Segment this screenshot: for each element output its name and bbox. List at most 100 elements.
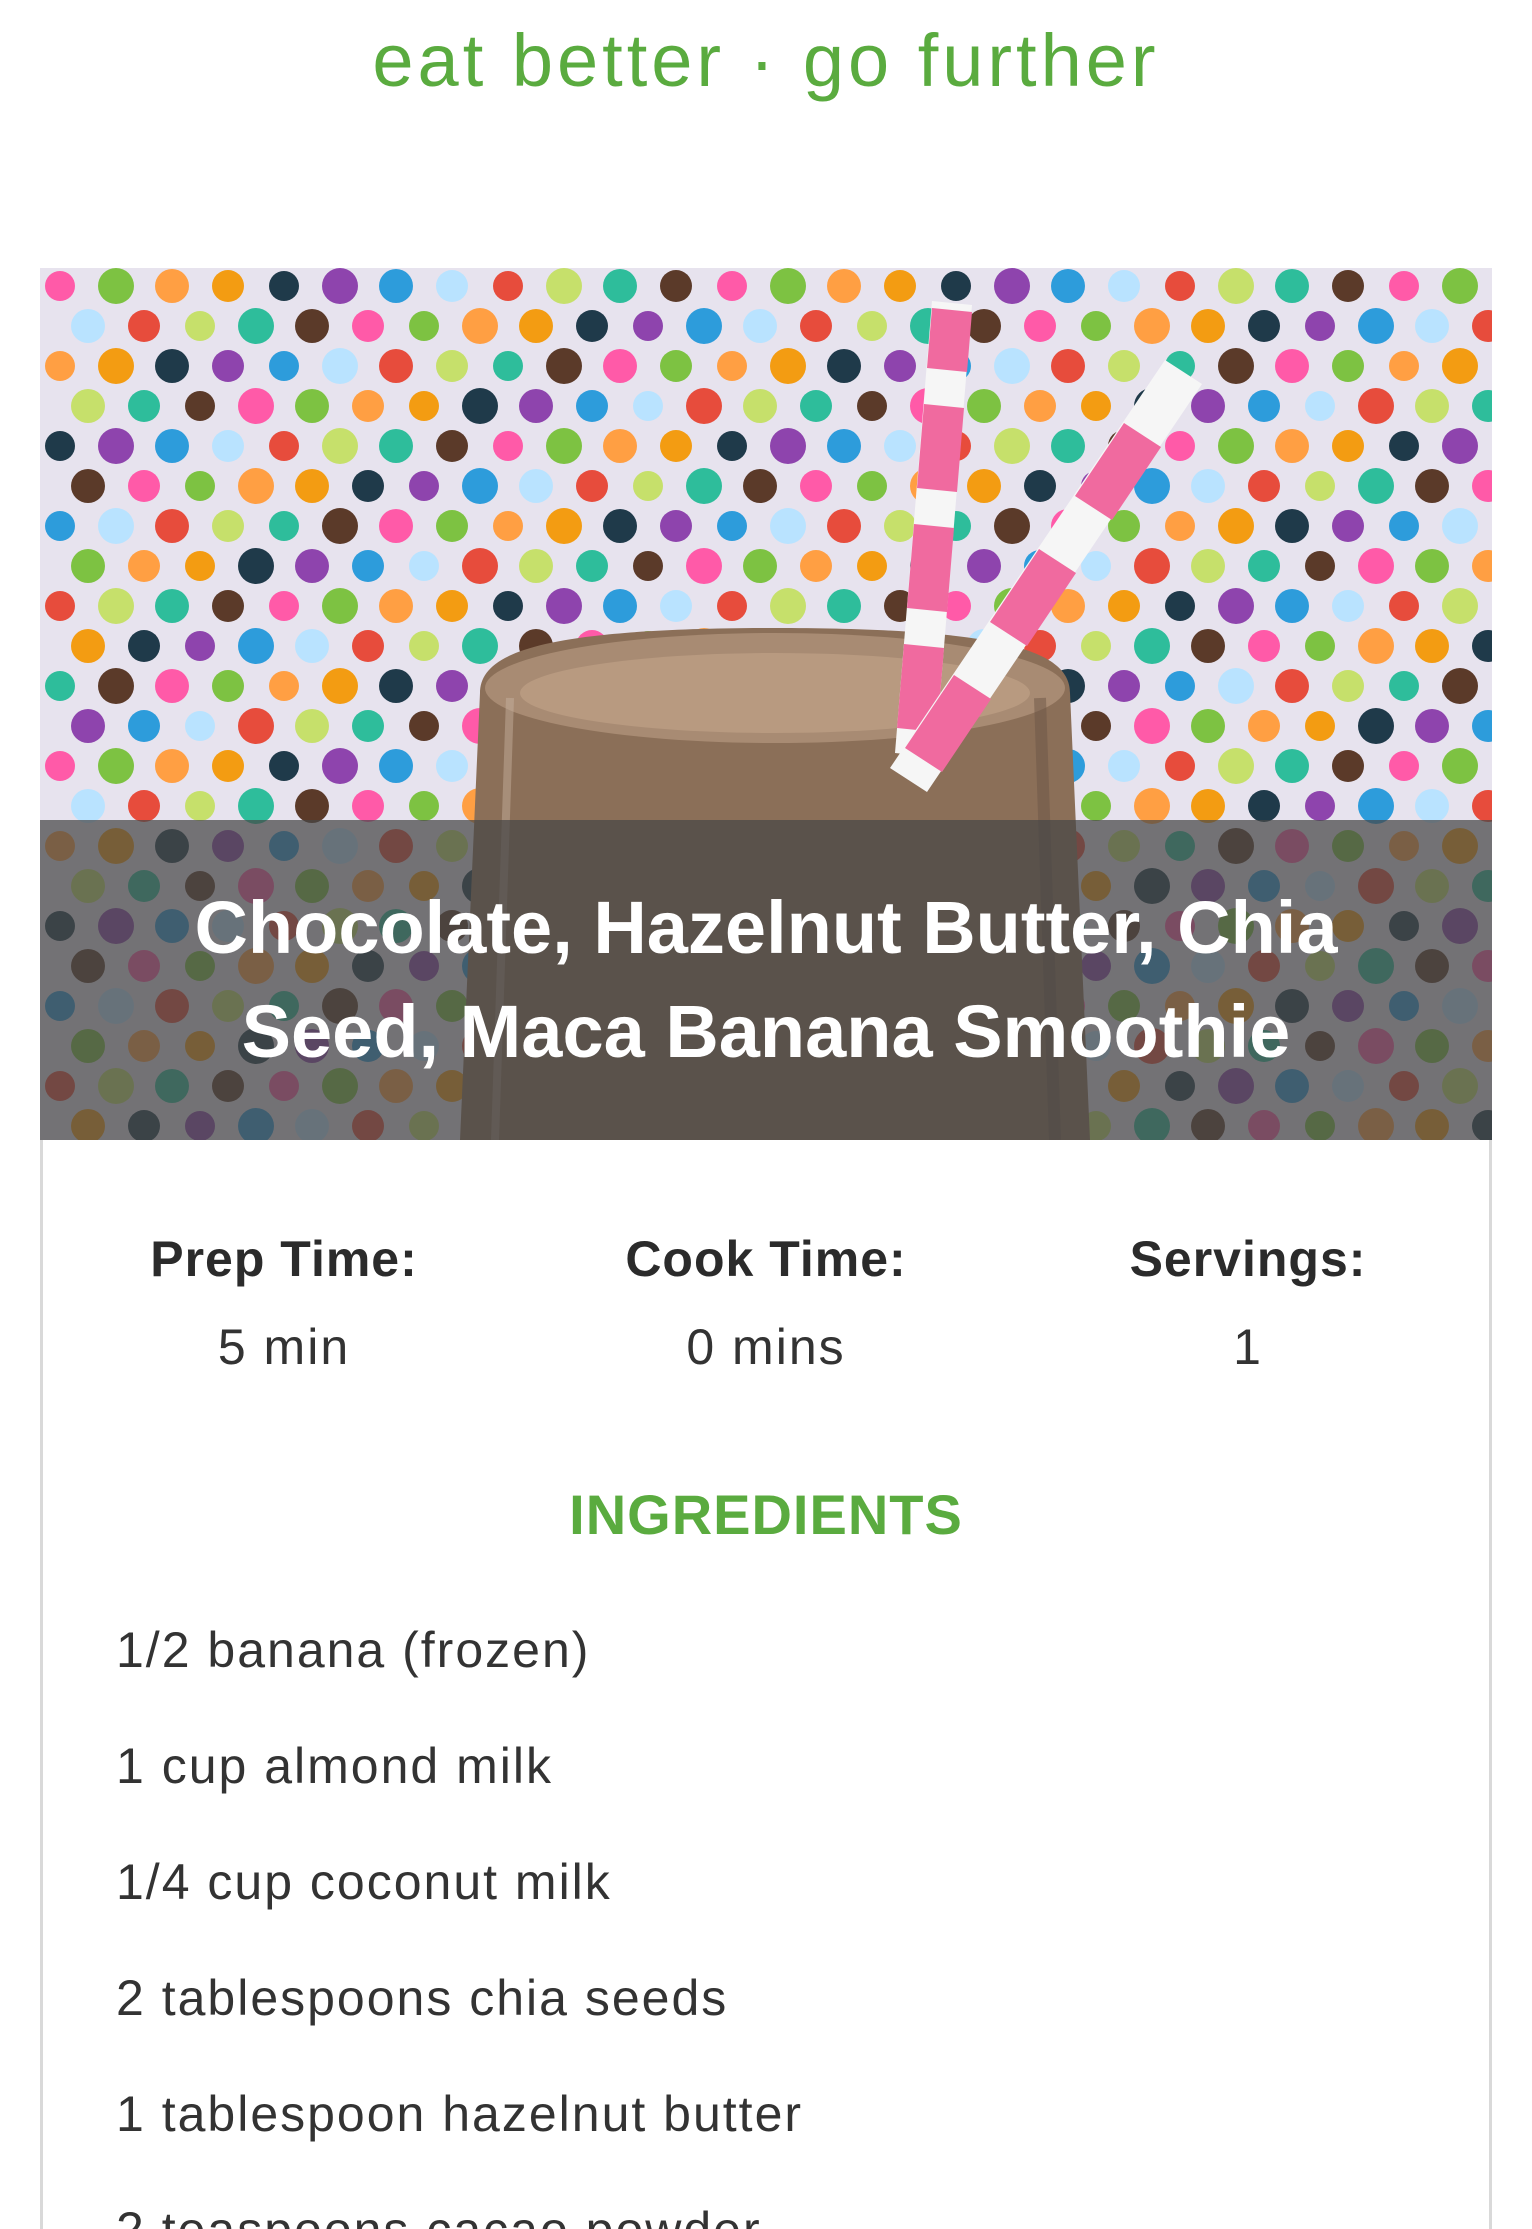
polka-dot <box>827 429 861 463</box>
polka-dot <box>379 429 413 463</box>
polka-dot <box>493 351 523 381</box>
polka-dot <box>98 668 134 704</box>
polka-dot <box>1191 789 1225 823</box>
polka-dot <box>462 628 498 664</box>
polka-dot <box>967 309 1001 343</box>
polka-dot <box>155 589 189 623</box>
polka-dot <box>1191 549 1225 583</box>
polka-dot <box>800 390 832 422</box>
polka-dot <box>98 508 134 544</box>
polka-dot <box>322 748 358 784</box>
polka-dot <box>1051 429 1085 463</box>
polka-dot <box>1275 509 1309 543</box>
polka-dot <box>45 671 75 701</box>
polka-dot <box>295 789 329 823</box>
polka-dot <box>1275 749 1309 783</box>
polka-dot <box>857 391 887 421</box>
polka-dot <box>1305 711 1335 741</box>
polka-dot <box>1442 268 1478 304</box>
polka-dot <box>1442 508 1478 544</box>
polka-dot <box>1358 388 1394 424</box>
polka-dot <box>269 431 299 461</box>
polka-dot <box>1248 310 1280 342</box>
polka-dot <box>352 790 384 822</box>
polka-dot <box>1442 748 1478 784</box>
polka-dot <box>1024 390 1056 422</box>
polka-dot <box>770 508 806 544</box>
polka-dot <box>967 549 1001 583</box>
polka-dot <box>1389 671 1419 701</box>
recipe-hero-image: Chocolate, Hazelnut Butter, Chia Seed, M… <box>40 268 1492 1140</box>
polka-dot <box>71 389 105 423</box>
ingredient-item: 1/4 cup coconut milk <box>116 1854 612 1910</box>
polka-dot <box>185 631 215 661</box>
polka-dot <box>1051 269 1085 303</box>
polka-dot <box>128 710 160 742</box>
polka-dot <box>71 549 105 583</box>
polka-dot <box>660 510 692 542</box>
polka-dot <box>185 711 215 741</box>
polka-dot <box>1332 430 1364 462</box>
polka-dot <box>1248 790 1280 822</box>
prep-time: Prep Time: 5 min <box>74 1230 494 1376</box>
polka-dot <box>436 590 468 622</box>
polka-dot <box>98 348 134 384</box>
polka-dot <box>45 351 75 381</box>
polka-dot <box>576 390 608 422</box>
polka-dot <box>1472 630 1492 662</box>
polka-dot <box>546 588 582 624</box>
polka-dot <box>857 551 887 581</box>
polka-dot <box>409 551 439 581</box>
polka-dot <box>238 468 274 504</box>
polka-dot <box>743 469 777 503</box>
polka-dot <box>1305 391 1335 421</box>
polka-dot <box>409 471 439 501</box>
servings-value: 1 <box>1233 1319 1263 1375</box>
polka-dot <box>994 348 1030 384</box>
polka-dot <box>212 670 244 702</box>
recipe-title: Chocolate, Hazelnut Butter, Chia Seed, M… <box>194 886 1338 1073</box>
polka-dot <box>322 588 358 624</box>
polka-dot <box>686 308 722 344</box>
polka-dot <box>967 469 1001 503</box>
polka-dot <box>1134 308 1170 344</box>
polka-dot <box>743 549 777 583</box>
polka-dot <box>128 790 160 822</box>
polka-dot <box>322 508 358 544</box>
polka-dot <box>603 349 637 383</box>
polka-dot <box>603 269 637 303</box>
polka-dot <box>1165 431 1195 461</box>
polka-dot <box>1134 788 1170 824</box>
polka-dot <box>941 271 971 301</box>
recipe-meta: Prep Time: 5 min Cook Time: 0 mins Servi… <box>43 1230 1489 1376</box>
polka-dot <box>1081 391 1111 421</box>
polka-dot <box>1275 269 1309 303</box>
polka-dot <box>238 628 274 664</box>
polka-dot <box>352 550 384 582</box>
polka-dot <box>1415 549 1449 583</box>
polka-dot <box>409 391 439 421</box>
polka-dot <box>1108 670 1140 702</box>
polka-dot <box>155 429 189 463</box>
polka-dot <box>800 310 832 342</box>
polka-dot <box>295 549 329 583</box>
servings-label: Servings: <box>1129 1231 1367 1287</box>
polka-dot <box>1248 630 1280 662</box>
polka-dot <box>462 388 498 424</box>
polka-dot <box>1358 308 1394 344</box>
polka-dot <box>322 428 358 464</box>
polka-dot <box>827 349 861 383</box>
polka-dot <box>1305 311 1335 341</box>
polka-dot <box>269 751 299 781</box>
polka-dot <box>884 270 916 302</box>
polka-dot <box>1218 428 1254 464</box>
polka-dot <box>633 391 663 421</box>
polka-dot <box>155 749 189 783</box>
polka-dot <box>717 511 747 541</box>
polka-dot <box>1165 591 1195 621</box>
polka-dot <box>660 350 692 382</box>
polka-dot <box>352 470 384 502</box>
polka-dot <box>493 591 523 621</box>
polka-dot <box>1191 309 1225 343</box>
polka-dot <box>269 351 299 381</box>
